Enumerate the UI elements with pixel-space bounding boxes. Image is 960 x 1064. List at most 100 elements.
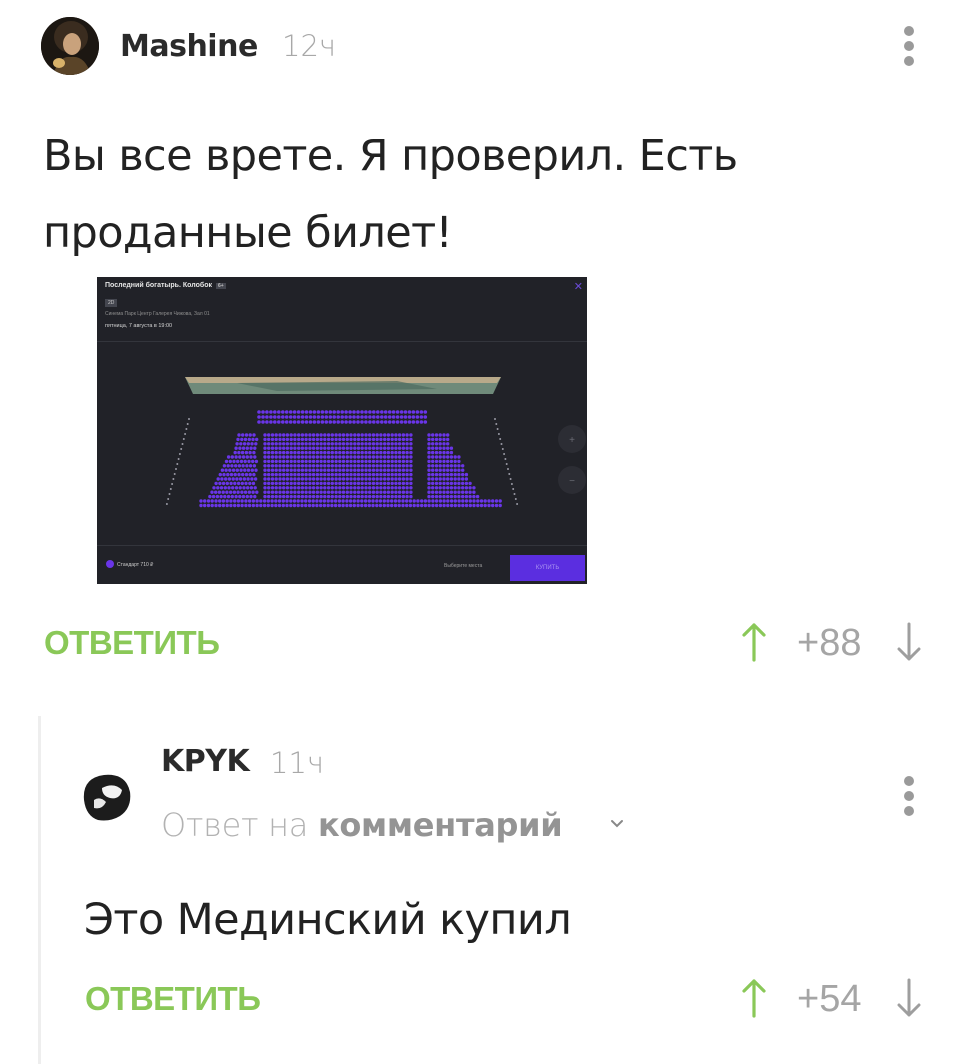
seat xyxy=(251,437,255,442)
seat xyxy=(212,486,216,490)
seat xyxy=(257,415,261,419)
seat xyxy=(360,464,364,468)
seat xyxy=(278,437,282,442)
seat xyxy=(225,503,229,508)
avatar[interactable] xyxy=(41,17,99,75)
seat xyxy=(405,503,409,508)
seat xyxy=(371,437,376,442)
seat xyxy=(240,499,244,503)
seat xyxy=(332,410,336,414)
seat xyxy=(364,433,368,437)
seat xyxy=(434,486,439,490)
seat xyxy=(323,494,327,499)
seat xyxy=(289,503,293,508)
seat xyxy=(247,503,252,508)
seat xyxy=(375,481,379,486)
seat xyxy=(319,450,323,455)
seat xyxy=(334,468,338,472)
seat xyxy=(338,437,342,442)
username[interactable]: Mashine xyxy=(120,29,258,64)
seat xyxy=(323,490,327,494)
seat xyxy=(300,494,305,499)
seat xyxy=(487,499,491,503)
arrow-up-icon[interactable] xyxy=(740,622,768,662)
reply-username[interactable]: KPYK xyxy=(161,744,250,779)
seat xyxy=(364,420,368,424)
seat xyxy=(371,433,376,437)
seat xyxy=(297,490,301,494)
seat xyxy=(360,450,364,455)
seat xyxy=(304,415,309,419)
seat xyxy=(238,477,243,481)
seat xyxy=(375,494,379,499)
seat xyxy=(345,494,349,499)
seat xyxy=(423,499,428,503)
seat xyxy=(431,437,435,442)
seat xyxy=(251,499,256,503)
seat xyxy=(270,494,275,499)
seat xyxy=(409,433,413,437)
seat xyxy=(278,433,282,437)
seat xyxy=(461,477,465,481)
arrow-down-icon[interactable] xyxy=(895,978,923,1018)
seat xyxy=(323,481,327,486)
seat xyxy=(442,464,446,468)
seat xyxy=(234,494,238,499)
seat xyxy=(379,464,383,468)
seat xyxy=(330,481,334,486)
seat xyxy=(340,415,344,419)
seat xyxy=(409,477,413,481)
seat xyxy=(263,472,267,477)
seat xyxy=(360,490,364,494)
seat xyxy=(449,481,454,486)
more-vertical-icon[interactable] xyxy=(899,774,919,818)
seat xyxy=(475,494,480,499)
seat xyxy=(239,442,243,446)
seat xyxy=(405,464,409,468)
seat xyxy=(255,503,259,508)
seat xyxy=(284,410,289,414)
reply-button[interactable]: ОТВЕТИТЬ xyxy=(44,624,220,662)
attached-image[interactable]: Последний богатырь. Колобок 6+ 2D Синема … xyxy=(97,277,587,584)
seat xyxy=(257,410,261,414)
seat xyxy=(409,472,413,477)
seat xyxy=(304,464,308,468)
seat xyxy=(446,446,450,450)
seat xyxy=(237,464,242,468)
seat xyxy=(364,468,368,472)
seat xyxy=(419,415,424,419)
seat xyxy=(442,472,446,477)
reply-to-link[interactable]: Ответ на комментарий xyxy=(161,806,563,844)
seat xyxy=(289,433,293,437)
seat xyxy=(267,490,271,494)
more-vertical-icon[interactable] xyxy=(899,24,919,68)
seat xyxy=(371,472,376,477)
seat xyxy=(244,472,249,477)
reply-button[interactable]: ОТВЕТИТЬ xyxy=(85,980,261,1018)
seat xyxy=(383,442,387,446)
seat xyxy=(453,455,457,459)
aisle-marker xyxy=(495,423,498,425)
seat xyxy=(371,477,376,481)
seat xyxy=(360,420,364,424)
seat xyxy=(340,410,344,414)
seat xyxy=(234,455,238,459)
arrow-down-icon[interactable] xyxy=(895,622,923,662)
seat xyxy=(431,477,435,481)
aisle-marker xyxy=(513,493,516,495)
seat xyxy=(407,420,412,424)
seat xyxy=(349,472,353,477)
aisle-marker xyxy=(176,463,179,465)
arrow-up-icon[interactable] xyxy=(740,978,768,1018)
seat xyxy=(337,499,342,503)
seat xyxy=(491,503,495,508)
seat xyxy=(330,486,334,490)
chevron-down-icon[interactable] xyxy=(609,818,625,830)
avatar[interactable] xyxy=(80,770,134,824)
seat xyxy=(267,464,271,468)
seat xyxy=(315,455,320,459)
seat xyxy=(236,499,241,503)
seat xyxy=(383,494,387,499)
seat xyxy=(296,420,301,424)
seat xyxy=(387,410,392,414)
